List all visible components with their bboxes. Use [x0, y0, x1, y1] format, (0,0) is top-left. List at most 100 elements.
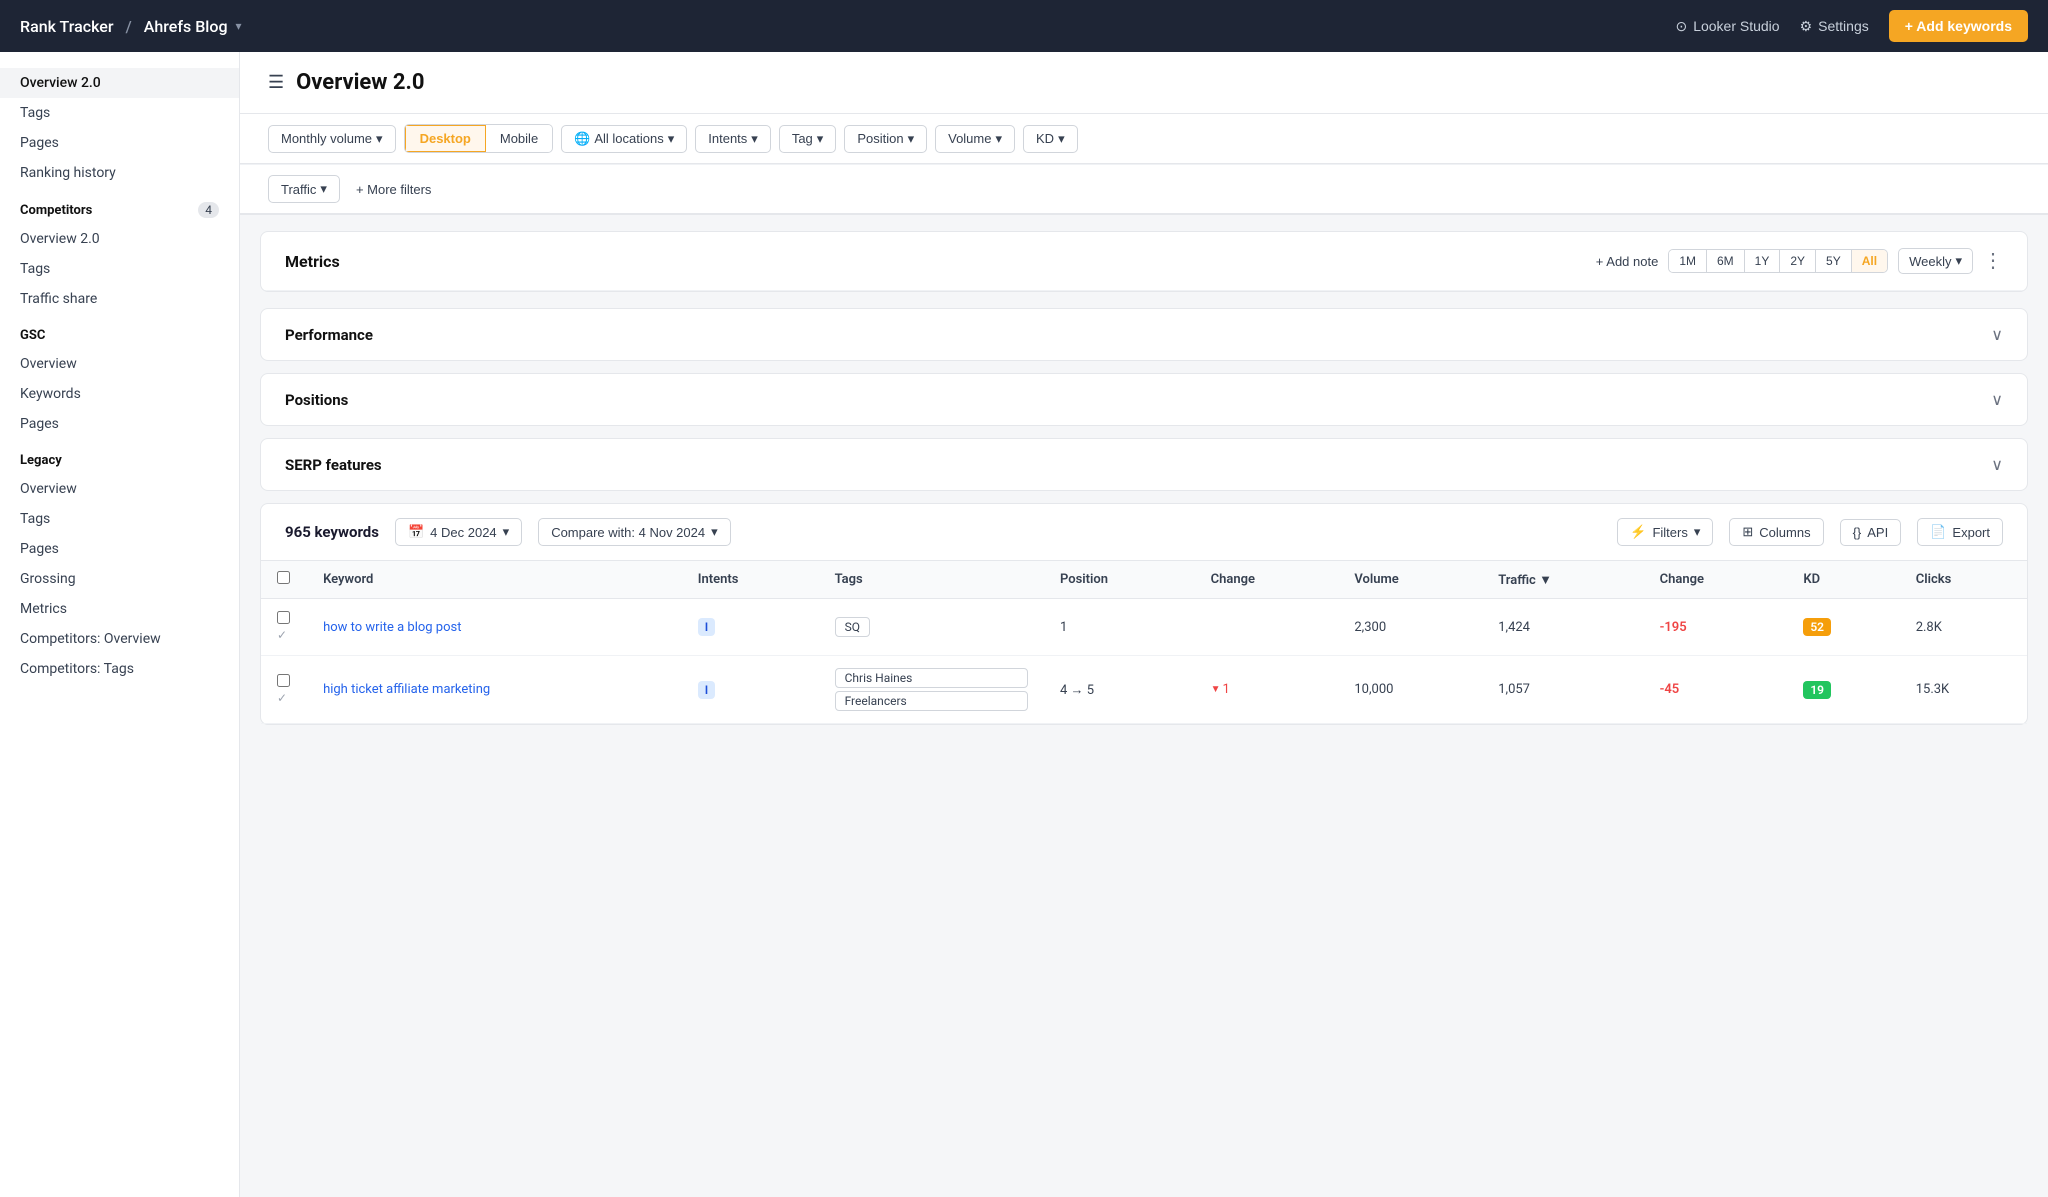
sidebar-item-overview-2[interactable]: Overview 2.0	[0, 68, 239, 98]
mobile-button[interactable]: Mobile	[486, 125, 552, 152]
sidebar-item-legacy-grossing[interactable]: Grossing	[0, 564, 239, 594]
tag-badge[interactable]: SQ	[835, 617, 870, 637]
sidebar-item-gsc-overview[interactable]: Overview	[0, 349, 239, 379]
traffic-change-value: -195	[1660, 620, 1687, 635]
add-keywords-button[interactable]: + Add keywords	[1889, 10, 2028, 42]
sidebar-item-legacy-tags[interactable]: Tags	[0, 504, 239, 534]
time-all-button[interactable]: All	[1852, 250, 1887, 272]
export-icon: 📄	[1930, 524, 1946, 540]
intents-filter[interactable]: Intents ▾	[695, 125, 771, 153]
tag-filter[interactable]: Tag ▾	[779, 125, 837, 153]
row1-change	[1195, 599, 1339, 656]
keywords-table-header: 965 keywords 📅 4 Dec 2024 ▾ Compare with…	[261, 504, 2027, 561]
tag-badge-chris[interactable]: Chris Haines	[835, 668, 1028, 688]
down-arrow-icon: ▼	[1211, 684, 1221, 695]
time-5y-button[interactable]: 5Y	[1816, 250, 1852, 272]
volume-filter[interactable]: Volume ▾	[935, 125, 1015, 153]
chevron-down-icon: ▾	[751, 131, 758, 147]
clicks-header[interactable]: Clicks	[1900, 561, 2027, 599]
compare-with-button[interactable]: Compare with: 4 Nov 2024 ▾	[538, 518, 730, 546]
traffic-filter[interactable]: Traffic ▾	[268, 175, 340, 203]
time-1y-button[interactable]: 1Y	[1745, 250, 1781, 272]
performance-header[interactable]: Performance ∨	[261, 309, 2027, 360]
page-header-container: ☰ Overview 2.0 Monthly volume ▾ Desktop …	[240, 52, 2048, 215]
blog-dropdown-arrow[interactable]: ▾	[236, 19, 242, 33]
time-2y-button[interactable]: 2Y	[1780, 250, 1816, 272]
sidebar-item-legacy-pages[interactable]: Pages	[0, 534, 239, 564]
row2-traffic-change: -45	[1644, 656, 1788, 724]
traffic-change-value: -45	[1660, 682, 1680, 697]
keyword-header[interactable]: Keyword	[307, 561, 682, 599]
filters-button[interactable]: ⚡ Filters ▾	[1617, 518, 1713, 546]
row2-change: ▼ 1	[1195, 656, 1339, 724]
keywords-section: 965 keywords 📅 4 Dec 2024 ▾ Compare with…	[260, 503, 2028, 725]
row1-keyword: how to write a blog post	[307, 599, 682, 656]
serp-features-header[interactable]: SERP features ∨	[261, 439, 2027, 490]
nav-breadcrumb: Rank Tracker / Ahrefs Blog ▾	[20, 17, 242, 36]
weekly-button[interactable]: Weekly ▾	[1898, 248, 1973, 274]
filters-bar: Monthly volume ▾ Desktop Mobile 🌐 All lo…	[240, 114, 2048, 164]
sidebar-section-legacy: Legacy	[0, 439, 239, 474]
looker-studio-button[interactable]: ⊙ Looker Studio	[1675, 18, 1779, 35]
positions-header[interactable]: Positions ∨	[261, 374, 2027, 425]
date-chevron-icon: ▾	[503, 524, 510, 540]
row2-position: 4 → 5	[1044, 656, 1195, 724]
row1-checkbox[interactable]: ✓	[261, 599, 307, 656]
export-button[interactable]: 📄 Export	[1917, 518, 2003, 546]
row2-tags: Chris Haines Freelancers	[819, 656, 1044, 724]
change-header[interactable]: Change	[1195, 561, 1339, 599]
row2-intent: I	[682, 656, 819, 724]
gear-icon: ⚙	[1800, 18, 1813, 35]
traffic-change-header[interactable]: Change	[1644, 561, 1788, 599]
traffic-chevron-icon: ▾	[320, 181, 327, 197]
monthly-volume-filter[interactable]: Monthly volume ▾	[268, 125, 396, 153]
sidebar-item-ranking-history[interactable]: Ranking history	[0, 158, 239, 188]
tag-badge-freelancers[interactable]: Freelancers	[835, 691, 1028, 711]
page-header: ☰ Overview 2.0	[240, 52, 2048, 114]
intents-header[interactable]: Intents	[682, 561, 819, 599]
intent-badge: I	[698, 618, 715, 636]
kd-filter[interactable]: KD ▾	[1023, 125, 1078, 153]
main-content: ☰ Overview 2.0 Monthly volume ▾ Desktop …	[240, 52, 2048, 1197]
row2-checkbox[interactable]: ✓	[261, 656, 307, 724]
sidebar-item-gsc-pages[interactable]: Pages	[0, 409, 239, 439]
position-filter[interactable]: Position ▾	[844, 125, 927, 153]
row2-keyword: high ticket affiliate marketing	[307, 656, 682, 724]
sidebar-item-tags[interactable]: Tags	[0, 98, 239, 128]
sidebar-item-comp-traffic-share[interactable]: Traffic share	[0, 284, 239, 314]
more-filters-button[interactable]: + More filters	[348, 177, 440, 202]
sidebar-item-legacy-metrics[interactable]: Metrics	[0, 594, 239, 624]
nav-right-actions: ⊙ Looker Studio ⚙ Settings + Add keyword…	[1675, 10, 2028, 42]
traffic-header[interactable]: Traffic ▼	[1482, 561, 1643, 599]
settings-button[interactable]: ⚙ Settings	[1800, 18, 1869, 35]
table-row: ✓ high ticket affiliate marketing I Chri…	[261, 656, 2027, 724]
sidebar-item-comp-overview[interactable]: Overview 2.0	[0, 224, 239, 254]
api-button[interactable]: {} API	[1840, 519, 1902, 546]
select-all-checkbox-header[interactable]	[261, 561, 307, 599]
keyword-link[interactable]: high ticket affiliate marketing	[323, 682, 490, 697]
menu-icon[interactable]: ☰	[268, 72, 284, 93]
position-header[interactable]: Position	[1044, 561, 1195, 599]
time-6m-button[interactable]: 6M	[1707, 250, 1745, 272]
keyword-link[interactable]: how to write a blog post	[323, 620, 461, 635]
kd-chevron-icon: ▾	[1058, 131, 1065, 147]
desktop-button[interactable]: Desktop	[405, 125, 486, 152]
sidebar-item-legacy-comp-overview[interactable]: Competitors: Overview	[0, 624, 239, 654]
looker-icon: ⊙	[1675, 18, 1687, 35]
sidebar-item-comp-tags[interactable]: Tags	[0, 254, 239, 284]
all-locations-filter[interactable]: 🌐 All locations ▾	[561, 125, 687, 153]
sidebar-item-legacy-comp-tags[interactable]: Competitors: Tags	[0, 654, 239, 684]
time-1m-button[interactable]: 1M	[1669, 250, 1707, 272]
main-layout: Overview 2.0 Tags Pages Ranking history …	[0, 52, 2048, 1197]
sidebar-item-gsc-keywords[interactable]: Keywords	[0, 379, 239, 409]
sidebar-item-legacy-overview[interactable]: Overview	[0, 474, 239, 504]
sidebar-item-pages[interactable]: Pages	[0, 128, 239, 158]
table-row: ✓ how to write a blog post I SQ 1	[261, 599, 2027, 656]
add-note-button[interactable]: + Add note	[1596, 254, 1659, 269]
kd-header[interactable]: KD	[1787, 561, 1899, 599]
tags-header[interactable]: Tags	[819, 561, 1044, 599]
metrics-more-button[interactable]: ⋮	[1983, 251, 2003, 271]
date-selector-button[interactable]: 📅 4 Dec 2024 ▾	[395, 518, 522, 546]
columns-button[interactable]: ⊞ Columns	[1729, 518, 1823, 546]
volume-header[interactable]: Volume	[1338, 561, 1482, 599]
